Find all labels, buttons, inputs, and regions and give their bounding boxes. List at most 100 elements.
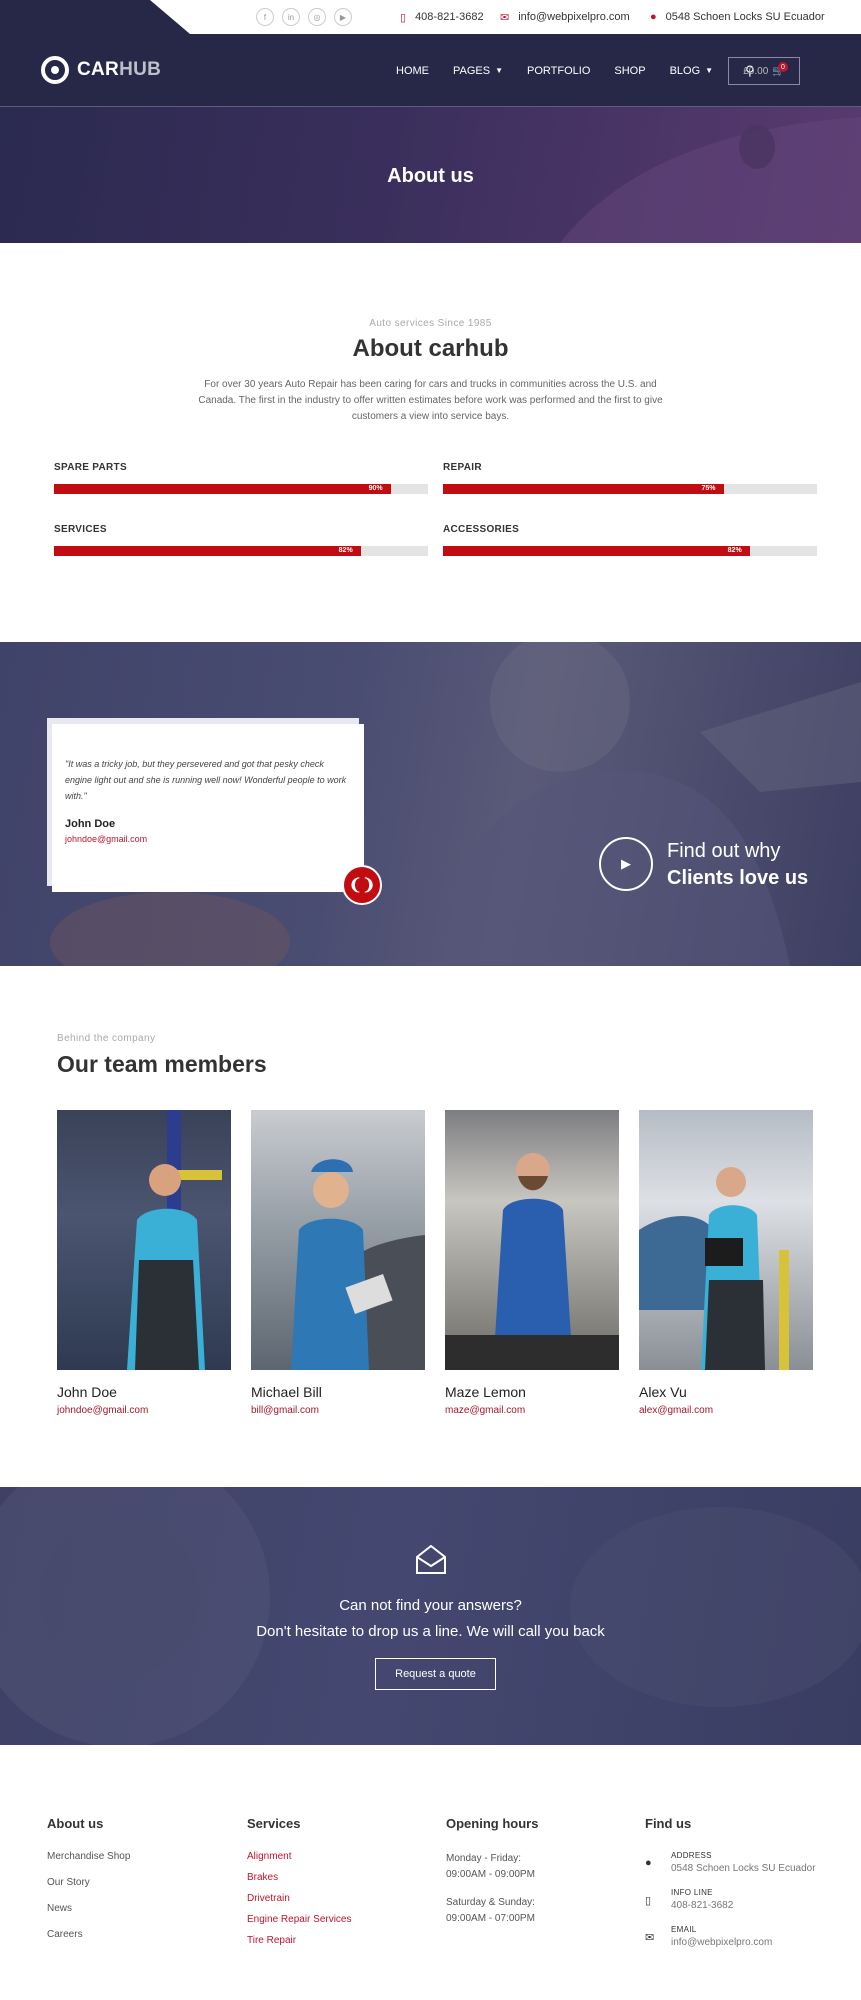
weekend-hours: Saturday & Sunday: 09:00AM - 07:00PM <box>446 1895 538 1927</box>
chevron-down-icon: ▼ <box>705 66 714 75</box>
nav-portfolio[interactable]: PORTFOLIO <box>527 65 590 77</box>
footer-link[interactable]: Careers <box>47 1929 130 1940</box>
testimonial-email[interactable]: johndoe@gmail.com <box>65 834 351 844</box>
skill-fill: 82% <box>443 546 750 556</box>
facebook-icon[interactable]: f <box>256 8 274 26</box>
skill-services: SERVICES 82% <box>54 524 428 556</box>
skill-fill: 90% <box>54 484 391 494</box>
main-header: CARHUB HOME PAGES ▼ PORTFOLIO SHOP BLOG ▼ … <box>0 34 861 107</box>
footer-service-link[interactable]: Tire Repair <box>247 1935 352 1946</box>
topbar-phone[interactable]: ▯ 408-821-3682 <box>400 0 484 34</box>
quote-icon: ❨❩ <box>342 865 382 905</box>
contact-cta-section: Can not find your answers? Don't hesitat… <box>0 1487 861 1745</box>
team-member-photo[interactable] <box>639 1110 813 1370</box>
team-member-card: Maze Lemon maze@gmail.com <box>445 1110 619 1416</box>
topbar-address[interactable]: ● 0548 Schoen Locks SU Ecuador <box>650 0 825 34</box>
skill-fill: 82% <box>54 546 361 556</box>
footer-address: ● ADDRESS 0548 Schoen Locks SU Ecuador <box>645 1851 816 1874</box>
about-title: About carhub <box>352 335 509 362</box>
top-bar-accent <box>0 0 190 34</box>
testimonial-section: "It was a tricky job, but they persevere… <box>0 642 861 966</box>
social-links: f in ◎ ▶ <box>256 8 352 26</box>
footer-heading: About us <box>47 1816 104 1831</box>
play-icon: ▶ <box>621 856 631 871</box>
skill-accessories: ACCESSORIES 82% <box>443 524 817 556</box>
nav-shop[interactable]: SHOP <box>614 65 645 77</box>
skill-track: 90% <box>54 484 428 494</box>
team-member-card: John Doe johndoe@gmail.com <box>57 1110 231 1416</box>
footer-email: ✉ EMAIL info@webpixelpro.com <box>645 1925 816 1948</box>
skill-track: 82% <box>54 546 428 556</box>
location-pin-icon: ● <box>645 1857 652 1869</box>
weekday-time: 09:00AM - 09:00PM <box>446 1869 535 1880</box>
page-hero: About us <box>0 107 861 243</box>
team-member-name: Alex Vu <box>639 1384 687 1400</box>
cta-subtitle: Don't hesitate to drop us a line. We wil… <box>256 1623 605 1640</box>
team-member-card: Alex Vu alex@gmail.com <box>639 1110 813 1416</box>
footer-service-link[interactable]: Brakes <box>247 1872 352 1883</box>
phone-label: INFO LINE <box>671 1888 713 1897</box>
skill-percent: 75% <box>701 485 716 492</box>
phone-value[interactable]: 408-821-3682 <box>671 1900 733 1911</box>
steering-wheel-icon <box>41 56 69 84</box>
team-member-email[interactable]: maze@gmail.com <box>445 1405 619 1416</box>
youtube-icon[interactable]: ▶ <box>334 8 352 26</box>
nav-blog[interactable]: BLOG ▼ <box>670 65 714 77</box>
email-value[interactable]: info@webpixelpro.com <box>671 1937 772 1948</box>
request-quote-button[interactable]: Request a quote <box>375 1658 496 1690</box>
topbar-email[interactable]: ✉ info@webpixelpro.com <box>500 0 630 34</box>
team-member-card: Michael Bill bill@gmail.com <box>251 1110 425 1416</box>
weekday-hours: Monday - Friday: 09:00AM - 09:00PM <box>446 1851 538 1883</box>
footer-services-column: Services Alignment Brakes Drivetrain Eng… <box>247 1816 352 1956</box>
footer-phone: ▯ INFO LINE 408-821-3682 <box>645 1888 816 1911</box>
team-member-email[interactable]: alex@gmail.com <box>639 1405 813 1416</box>
about-description: For over 30 years Auto Repair has been c… <box>198 379 663 422</box>
footer-link[interactable]: News <box>47 1903 130 1914</box>
team-member-email[interactable]: johndoe@gmail.com <box>57 1405 231 1416</box>
team-eyebrow: Behind the company <box>57 1033 156 1044</box>
footer-heading: Find us <box>645 1816 692 1831</box>
testimonial-author: John Doe <box>65 818 116 830</box>
skill-percent: 82% <box>727 547 742 554</box>
footer-service-link[interactable]: Engine Repair Services <box>247 1914 352 1925</box>
footer-link[interactable]: Merchandise Shop <box>47 1851 130 1862</box>
main-nav: HOME PAGES ▼ PORTFOLIO SHOP BLOG ▼ ⚲ <box>396 34 755 107</box>
team-member-name: Maze Lemon <box>445 1384 526 1400</box>
team-member-photo[interactable] <box>445 1110 619 1370</box>
play-video-button[interactable]: ▶ <box>599 837 653 891</box>
footer-hours-column: Opening hours Monday - Friday: 09:00AM -… <box>446 1816 538 1939</box>
logo-text: CARHUB <box>77 59 162 80</box>
cta-line-2: Clients love us <box>667 867 809 889</box>
cart-button[interactable]: £0.00 🛒 0 <box>728 57 800 85</box>
phone-icon: ▯ <box>645 1895 652 1907</box>
skill-repair: REPAIR 75% <box>443 462 817 494</box>
skill-percent: 82% <box>338 547 353 554</box>
footer-service-link[interactable]: Alignment <box>247 1851 352 1862</box>
team-title: Our team members <box>57 1051 267 1077</box>
team-member-name: Michael Bill <box>251 1384 322 1400</box>
skill-label: SERVICES <box>54 524 107 535</box>
team-member-name: John Doe <box>57 1384 117 1400</box>
linkedin-icon[interactable]: in <box>282 8 300 26</box>
phone-icon: ▯ <box>400 11 407 24</box>
location-pin-icon: ● <box>650 11 657 23</box>
team-member-email[interactable]: bill@gmail.com <box>251 1405 425 1416</box>
team-member-photo[interactable] <box>57 1110 231 1370</box>
email-label: EMAIL <box>671 1925 697 1934</box>
footer-service-link[interactable]: Drivetrain <box>247 1893 352 1904</box>
topbar-phone-text: 408-821-3682 <box>415 11 484 23</box>
footer-heading: Opening hours <box>446 1816 539 1831</box>
nav-home[interactable]: HOME <box>396 65 429 77</box>
skill-label: REPAIR <box>443 462 482 473</box>
footer-heading: Services <box>247 1816 301 1831</box>
page-title: About us <box>387 165 474 187</box>
footer-link[interactable]: Our Story <box>47 1877 130 1888</box>
skill-spare-parts: SPARE PARTS 90% <box>54 462 428 494</box>
cta-line-1: Find out why <box>667 840 781 862</box>
instagram-icon[interactable]: ◎ <box>308 8 326 26</box>
nav-pages[interactable]: PAGES ▼ <box>453 65 503 77</box>
skill-percent: 90% <box>368 485 383 492</box>
team-member-photo[interactable] <box>251 1110 425 1370</box>
logo[interactable]: CARHUB <box>41 56 161 84</box>
topbar-address-text: 0548 Schoen Locks SU Ecuador <box>665 11 825 23</box>
